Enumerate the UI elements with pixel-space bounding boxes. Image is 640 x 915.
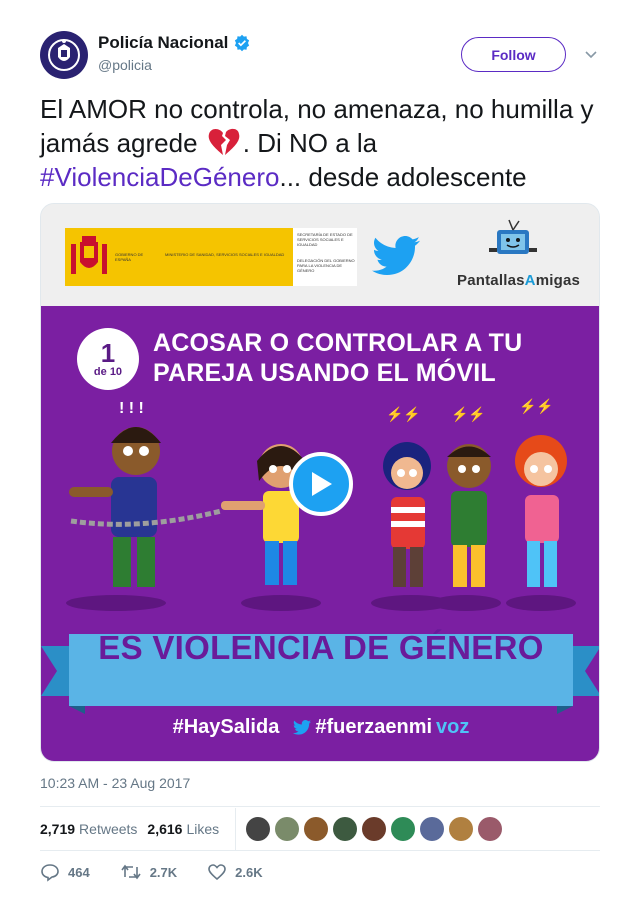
divider-top (40, 806, 600, 807)
police-badge-icon (48, 39, 80, 71)
logo-band: GOBIERNO DE ESPAÑA MINISTERIO DE SANIDAD… (41, 204, 599, 306)
twitter-bird-icon (372, 236, 420, 275)
stats-separator (235, 808, 237, 850)
poster-hashtag-2-part2: voz (436, 716, 470, 738)
gov-right-text-2: DELEGACIÓN DEL GOBIERNO PARA LA VIOLENCI… (297, 258, 355, 273)
chevron-down-icon[interactable] (582, 45, 600, 63)
pantallas-amigas-logo: PantallasAmigas (457, 272, 580, 289)
retweet-count: 2.7K (149, 864, 178, 880)
verified-badge-icon (235, 34, 250, 52)
liker-avatar[interactable] (246, 817, 271, 841)
gov-mid-text: MINISTERIO DE SANIDAD, SERVICIOS SOCIALE… (165, 252, 285, 257)
tweet-text: El AMOR no controla, no amenaza, no humi… (40, 92, 600, 194)
retweets-label: Retweets (79, 821, 138, 837)
gov-right-text-1: SECRETARÍA DE ESTADO DE SERVICIOS SOCIAL… (297, 232, 353, 247)
liker-avatar[interactable] (275, 817, 300, 841)
video-media[interactable]: GOBIERNO DE ESPAÑA MINISTERIO DE SANIDAD… (40, 203, 600, 762)
display-name[interactable]: Policía Nacional (98, 33, 228, 53)
likes-count: 2,616 (147, 821, 183, 837)
poster-hashtag-2: #fuerzaenmi voz (293, 716, 469, 739)
svg-text:⚡⚡: ⚡⚡ (386, 406, 421, 423)
tweet-header: Policía Nacional @policia Follow (40, 31, 600, 81)
likes-label: Likes (186, 821, 220, 837)
reply-count: 464 (68, 864, 90, 880)
heart-icon (208, 864, 226, 881)
svg-text:⚡⚡: ⚡⚡ (519, 398, 554, 415)
liker-avatar[interactable] (304, 817, 329, 841)
play-button[interactable] (289, 452, 353, 516)
liker-avatar[interactable] (478, 817, 503, 841)
liker-avatar[interactable] (449, 817, 474, 841)
twitter-bird-small-icon (293, 720, 312, 735)
gov-left-text: GOBIERNO DE ESPAÑA (115, 252, 144, 262)
retweet-action[interactable]: 2.7K (120, 862, 177, 882)
handle[interactable]: @policia (98, 57, 251, 73)
poster-hashtags: #HaySalida #fuerzaenmi voz (41, 716, 599, 739)
boy-figure: ! ! ! (69, 400, 161, 587)
tweet-text-part3: ... desde adolescente (279, 162, 527, 192)
pantallas-amigas-mascot-icon (489, 219, 537, 254)
coat-of-arms-icon (71, 236, 107, 274)
number-badge: 1 de 10 (77, 328, 139, 390)
brand-part3: migas (535, 272, 581, 289)
hashtag-link[interactable]: #ViolenciaDeGénero (40, 162, 279, 192)
broken-heart-icon (208, 128, 240, 155)
like-count: 2.6K (235, 864, 263, 880)
liker-avatars (246, 817, 503, 841)
like-action[interactable]: 2.6K (207, 862, 263, 882)
play-icon (312, 472, 332, 496)
engagement-stats: 2,719 Retweets 2,616 Likes (40, 808, 600, 850)
liker-avatar[interactable] (391, 817, 416, 841)
tweet-text-part2: . Di NO a la (242, 128, 378, 158)
liker-avatar[interactable] (362, 817, 387, 841)
girl-redhead-figure: ⚡⚡ (515, 398, 567, 587)
badge-sub: de 10 (93, 366, 123, 378)
government-logo: GOBIERNO DE ESPAÑA MINISTERIO DE SANIDAD… (65, 228, 357, 286)
reply-action[interactable]: 464 (40, 862, 90, 882)
tweet-actions: 464 2.7K 2.6K (40, 862, 293, 882)
poster-headline: ACOSAR O CONTROLAR A TU PAREJA USANDO EL… (153, 329, 523, 387)
brand-part1: Pantallas (457, 272, 525, 289)
retweets-stat[interactable]: 2,719 Retweets (40, 821, 137, 837)
ribbon-text: ES VIOLENCIA DE GÉNERO (98, 629, 544, 666)
svg-text:⚡⚡: ⚡⚡ (451, 406, 486, 423)
avatar[interactable] (40, 31, 88, 79)
poster-hashtag-1: #HaySalida (172, 716, 280, 738)
tweet-timestamp[interactable]: 10:23 AM - 23 Aug 2017 (40, 775, 190, 791)
retweets-count: 2,719 (40, 821, 76, 837)
brand-part2: A (524, 272, 536, 289)
account-info: Policía Nacional @policia (98, 33, 251, 73)
liker-avatar[interactable] (333, 817, 358, 841)
badge-number: 1 (100, 338, 116, 368)
follow-button[interactable]: Follow (461, 37, 566, 72)
poster-panel: 1 de 10 ACOSAR O CONTROLAR A TU PAREJA U… (41, 306, 599, 761)
girl-striped-figure: ⚡⚡ (383, 406, 431, 587)
reply-icon (41, 864, 59, 882)
retweet-icon (121, 864, 141, 880)
svg-text:! ! !: ! ! ! (119, 400, 144, 417)
poster-hashtag-2-part1: #fuerzaenmi (315, 716, 433, 738)
boy-green-figure: ⚡⚡ (447, 406, 491, 587)
liker-avatar[interactable] (420, 817, 445, 841)
likes-stat[interactable]: 2,616 Likes (147, 821, 219, 837)
divider-bottom (40, 850, 600, 851)
gov-right-box: SECRETARÍA DE ESTADO DE SERVICIOS SOCIAL… (293, 228, 357, 286)
girl-yellow-figure (221, 444, 305, 585)
